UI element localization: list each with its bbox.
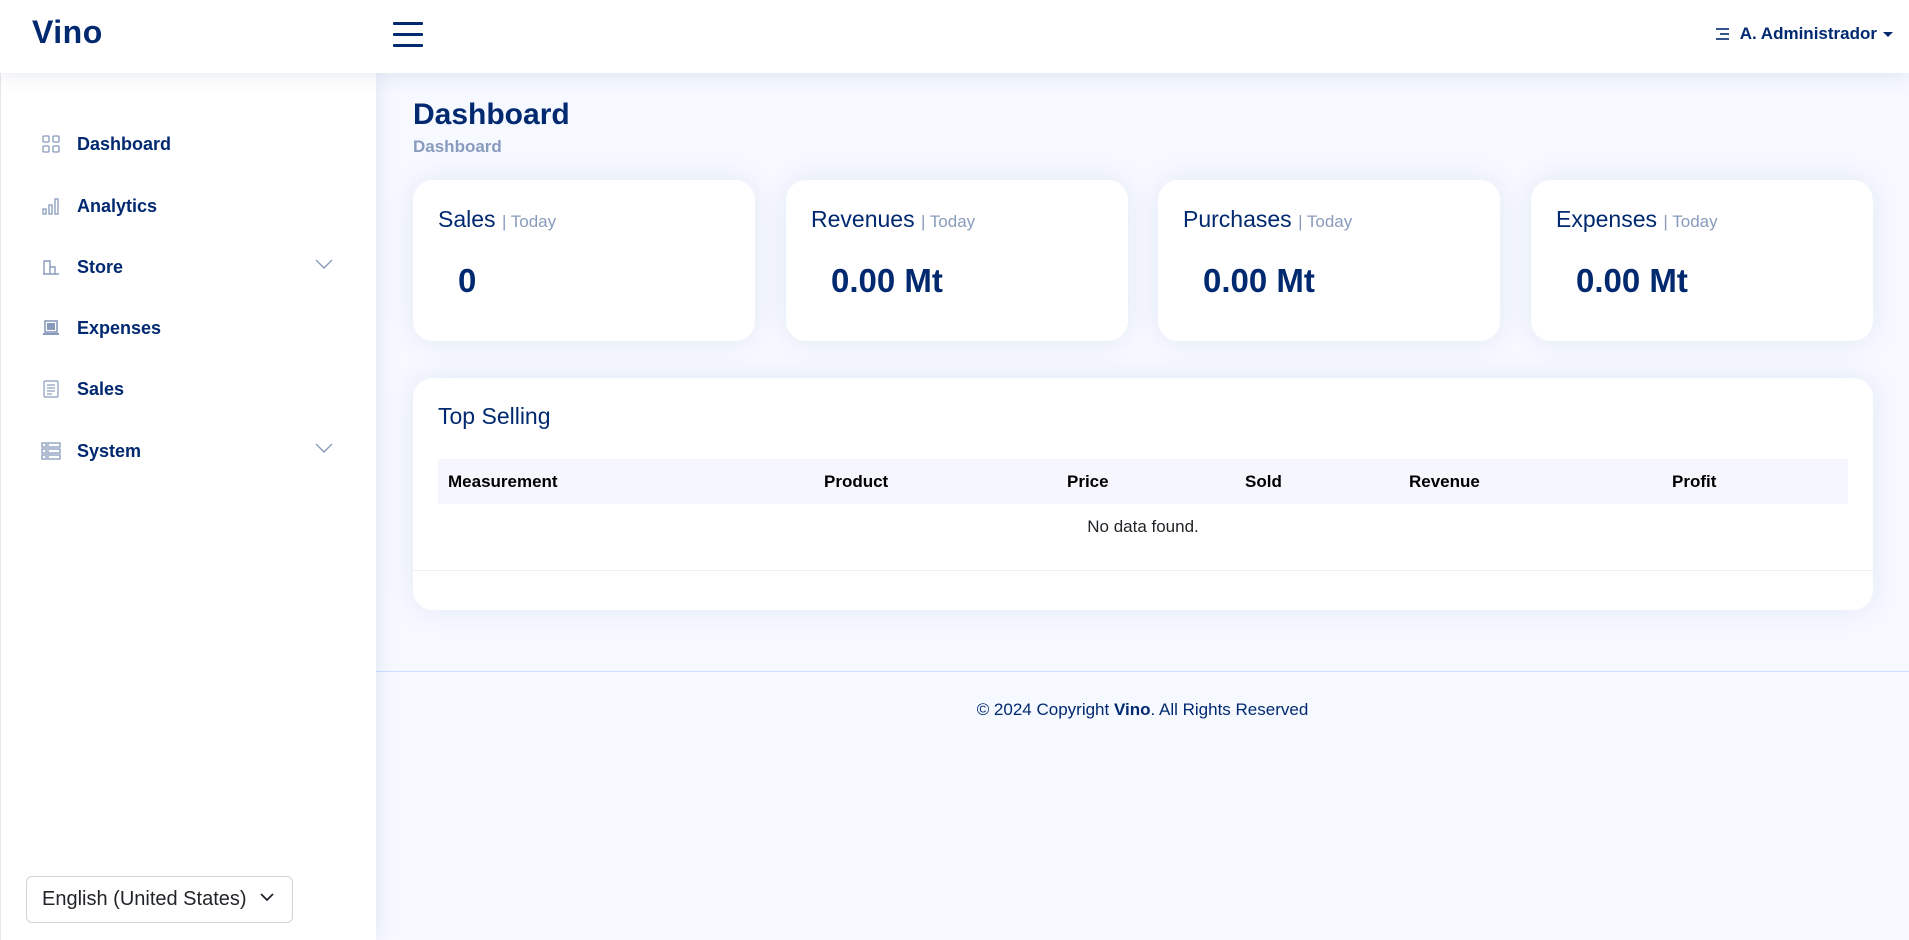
column-header-measurement[interactable]: Measurement (448, 472, 558, 492)
table-header-row: Measurement Product Price Sold Revenue P… (438, 459, 1848, 504)
hamburger-icon-bar (393, 33, 423, 36)
receipt-icon (41, 379, 61, 399)
card-value: 0 (458, 262, 477, 299)
card-title: Sales | Today (438, 206, 556, 233)
laptop-icon (41, 318, 61, 338)
sidebar-item-system[interactable]: System (41, 431, 337, 471)
empty-table-message: No data found. (1087, 517, 1199, 536)
hamburger-icon-bar (393, 22, 423, 25)
expenses-card: Expenses | Today 0.00 Mt (1531, 180, 1873, 341)
sidebar-item-sales[interactable]: Sales (41, 369, 337, 409)
page-title: Dashboard (413, 98, 570, 131)
sidebar-item-label: Dashboard (77, 133, 172, 154)
server-icon (41, 441, 61, 461)
footer-suffix: . All Rights Reserved (1150, 700, 1309, 719)
top-selling-title: Top Selling (438, 403, 551, 429)
card-title-text: Expenses (1556, 206, 1658, 232)
sidebar-item-dashboard[interactable]: Dashboard (41, 124, 337, 164)
card-title-text: Purchases (1183, 206, 1292, 232)
app-logo[interactable]: Vino (32, 14, 103, 51)
menu-toggle-button[interactable] (393, 22, 423, 48)
hamburger-icon-bar (393, 44, 423, 47)
user-name: A. Administrador (1739, 24, 1877, 43)
footer-prefix: © 2024 Copyright (976, 700, 1114, 719)
caret-down-icon (1883, 31, 1893, 37)
breadcrumb[interactable]: Dashboard (413, 137, 502, 157)
user-menu-icon (1715, 28, 1729, 40)
card-value: 0.00 Mt (831, 262, 943, 299)
top-header: Vino A. Administrador (0, 0, 1909, 73)
bar-chart-icon (41, 196, 61, 216)
language-select-value: English (United States) (42, 888, 247, 910)
sales-card: Sales | Today 0 (413, 180, 755, 341)
card-period: | Today (501, 212, 557, 231)
sidebar-item-label: Expenses (77, 317, 162, 338)
footer-copyright: © 2024 Copyright Vino. All Rights Reserv… (376, 700, 1909, 720)
chevron-down-icon (260, 893, 274, 902)
card-title: Purchases | Today (1183, 206, 1352, 233)
revenues-card: Revenues | Today 0.00 Mt (786, 180, 1128, 341)
shop-icon (41, 257, 61, 277)
card-value: 0.00 Mt (1576, 262, 1688, 299)
sidebar-item-store[interactable]: Store (41, 247, 337, 287)
footer-divider (376, 671, 1909, 672)
column-header-profit[interactable]: Profit (1672, 472, 1716, 492)
column-header-product[interactable]: Product (824, 472, 888, 492)
card-title: Expenses | Today (1556, 206, 1718, 233)
column-header-price[interactable]: Price (1067, 472, 1109, 492)
card-period: | Today (920, 212, 976, 231)
sidebar: Dashboard Analytics Store Expenses Sales… (0, 73, 376, 940)
sidebar-item-label: System (77, 440, 142, 461)
card-title-text: Revenues (811, 206, 915, 232)
column-header-revenue[interactable]: Revenue (1409, 472, 1480, 492)
sidebar-item-analytics[interactable]: Analytics (41, 186, 337, 226)
card-title-text: Sales (438, 206, 496, 232)
card-period: | Today (1298, 212, 1353, 231)
chevron-down-icon (315, 259, 333, 269)
card-value: 0.00 Mt (1203, 262, 1315, 299)
sidebar-item-label: Store (77, 256, 124, 277)
card-title: Revenues | Today (811, 206, 975, 233)
sidebar-item-label: Sales (77, 378, 125, 399)
top-selling-card: Top Selling Measurement Product Price So… (413, 378, 1873, 610)
footer-brand: Vino (1113, 700, 1151, 719)
chevron-down-icon (315, 443, 333, 453)
grid-icon (41, 134, 61, 154)
divider (413, 570, 1873, 571)
card-period: | Today (1663, 212, 1718, 231)
sidebar-item-label: Analytics (77, 195, 158, 216)
user-profile-dropdown[interactable]: A. Administrador (1714, 24, 1893, 44)
purchases-card: Purchases | Today 0.00 Mt (1158, 180, 1500, 341)
column-header-sold[interactable]: Sold (1245, 472, 1282, 492)
language-select[interactable]: English (United States) (26, 876, 293, 923)
sidebar-item-expenses[interactable]: Expenses (41, 308, 337, 348)
